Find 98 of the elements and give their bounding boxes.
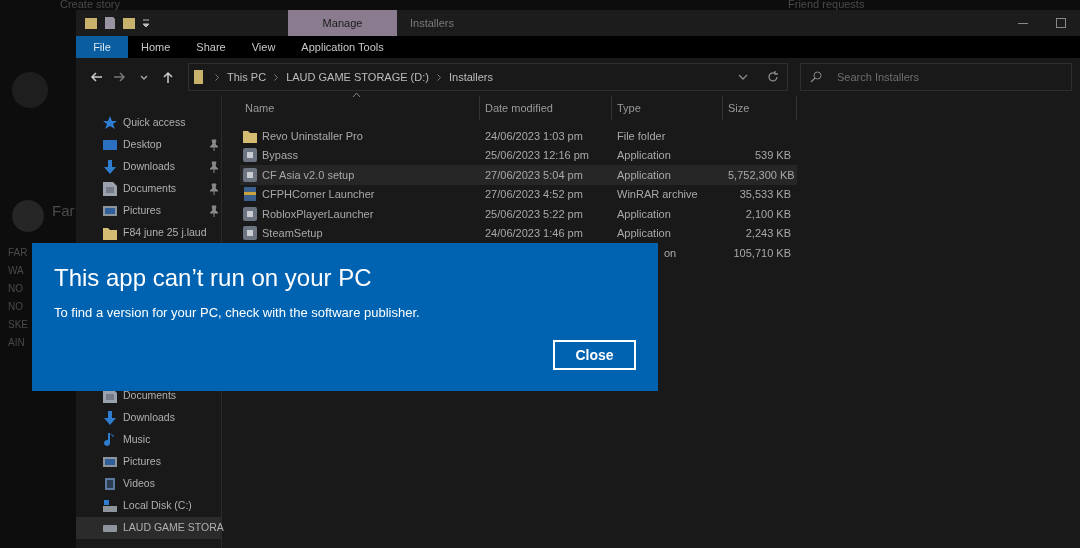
folder-icon [84, 16, 98, 30]
desktop-icon [102, 137, 118, 153]
file-row[interactable]: SteamSetup 24/06/2023 1:46 pm Application 2,243 KB [240, 223, 797, 243]
file-row[interactable]: Bypass 25/06/2023 12:16 pm Application 539 KB [240, 145, 797, 165]
file-type: on [664, 246, 677, 259]
application-icon [242, 166, 258, 183]
file-size: 5,752,300 KB [728, 168, 795, 181]
file-row[interactable]: Revo Uninstaller Pro 24/06/2023 1:03 pm File folder [240, 126, 797, 146]
file-size: 35,533 KB [739, 188, 791, 200]
file-name: RobloxPlayerLauncher [262, 206, 374, 222]
nav-item[interactable]: Videos [76, 473, 221, 495]
nav-item[interactable]: Pictures [76, 451, 221, 473]
nav-item[interactable]: Music [76, 429, 221, 451]
date-modified: 24/06/2023 1:03 pm [485, 129, 583, 142]
download-icon [102, 410, 118, 426]
window-title: Installers [410, 15, 455, 31]
nav-item[interactable]: Downloads [76, 156, 221, 178]
file-name: CFPHCorner Launcher [262, 187, 375, 202]
post-text: WA [8, 265, 24, 276]
ribbon-tab[interactable]: View [238, 36, 289, 58]
file-size: 2,243 KB [745, 227, 791, 239]
post-text: SKE [8, 319, 28, 330]
dialog-title: This app can’t run on your PC [54, 263, 373, 293]
document-icon [102, 181, 118, 197]
date-modified: 27/06/2023 5:04 pm [485, 168, 583, 181]
application-icon [242, 225, 258, 242]
maximize-icon[interactable] [1056, 18, 1066, 28]
customize-icon [142, 18, 150, 28]
file-size: 539 KB [754, 149, 791, 161]
picture-icon [102, 203, 118, 219]
file-name: CF Asia v2.0 setup [262, 167, 355, 183]
post-text: AIN [8, 337, 25, 348]
ribbon-tab[interactable]: File [76, 36, 128, 58]
file-type: Application [617, 168, 671, 181]
post-text: FAR [8, 247, 28, 258]
file-type: Application [617, 227, 671, 239]
download-icon [102, 159, 118, 175]
column-header[interactable]: Size [723, 96, 797, 120]
ribbon-tab[interactable]: Share [183, 36, 239, 58]
file-size: 105,710 KB [733, 246, 791, 259]
nav-item[interactable]: Local Disk (C:) [76, 495, 221, 517]
file-name: SteamSetup [262, 226, 323, 241]
dialog-message: To find a version for your PC, check with the software publisher. [54, 304, 421, 322]
disk-icon [102, 498, 118, 514]
close-button[interactable]: Close [553, 340, 636, 370]
chevron-icon [436, 73, 441, 81]
search-field[interactable]: Search Installers [800, 63, 1072, 91]
date-modified: 25/06/2023 5:22 pm [485, 207, 583, 220]
file-name: Revo Uninstaller Pro [262, 128, 363, 144]
file-row[interactable]: RobloxPlayerLauncher 25/06/2023 5:22 pm Application 2,100 KB [240, 204, 797, 224]
file-type: Application [617, 149, 671, 161]
column-header[interactable]: Name [240, 96, 480, 120]
star-icon [102, 115, 118, 131]
column-header[interactable]: Type [612, 96, 723, 120]
application-icon [242, 205, 258, 222]
file-type: WinRAR archive [617, 188, 698, 200]
nav-item[interactable]: Downloads [76, 407, 221, 429]
file-row[interactable]: CFPHCorner Launcher 27/06/2023 4:52 pm WinRAR archive 35,533 KB [240, 184, 797, 204]
application-icon [242, 147, 258, 164]
avatar [12, 200, 44, 232]
breadcrumb-link[interactable]: LAUD GAME STORAGE (D:) [286, 68, 429, 86]
ribbon-tab[interactable]: Application Tools [288, 36, 397, 58]
folder-icon [122, 16, 136, 30]
chevron-icon [274, 73, 279, 81]
file-row[interactable]: CF Asia v2.0 setup 27/06/2023 5:04 pm Application 5,752,300 KB [240, 165, 797, 185]
friend-requests-heading: Friend requests [788, 0, 865, 10]
post-text: NO [8, 283, 23, 294]
ribbon-tab[interactable]: Home [128, 36, 184, 58]
nav-item[interactable]: F84 june 25 j.laud [76, 222, 221, 244]
back-arrow-icon[interactable] [89, 70, 103, 84]
refresh-icon [767, 71, 779, 83]
date-modified: 27/06/2023 4:52 pm [485, 188, 583, 200]
breadcrumb-link[interactable]: This PC [227, 68, 267, 86]
video-icon [102, 476, 118, 492]
file-name: Bypass [262, 148, 299, 163]
post-text: NO [8, 301, 23, 312]
file-type: Application [617, 207, 671, 220]
nav-item[interactable]: Quick access [76, 112, 221, 134]
nav-item[interactable]: Documents [76, 178, 221, 200]
archive-icon [242, 186, 258, 203]
date-modified: 25/06/2023 12:16 pm [485, 149, 589, 161]
picture-icon [102, 454, 118, 470]
forward-arrow-icon[interactable] [113, 70, 127, 84]
column-header[interactable]: Date modified [480, 96, 612, 120]
up-arrow-icon[interactable] [161, 70, 175, 84]
breadcrumb-link[interactable]: Installers [448, 68, 493, 86]
nav-item[interactable]: Desktop [76, 134, 221, 156]
chevron-icon [215, 73, 219, 81]
nav-item[interactable]: Pictures [76, 200, 221, 222]
file-type: File folder [617, 129, 666, 142]
story-title: Create story [60, 0, 120, 10]
minimize-icon[interactable] [1018, 22, 1028, 24]
date-modified: 24/06/2023 1:46 pm [485, 227, 583, 239]
folder-icon [102, 225, 118, 241]
poster-name: Far [52, 203, 75, 219]
search-icon [810, 71, 822, 83]
address-bar[interactable]: This PC LAUD GAME STORAGE (D:) Installers [188, 63, 788, 91]
file-size: 2,100 KB [745, 207, 791, 220]
